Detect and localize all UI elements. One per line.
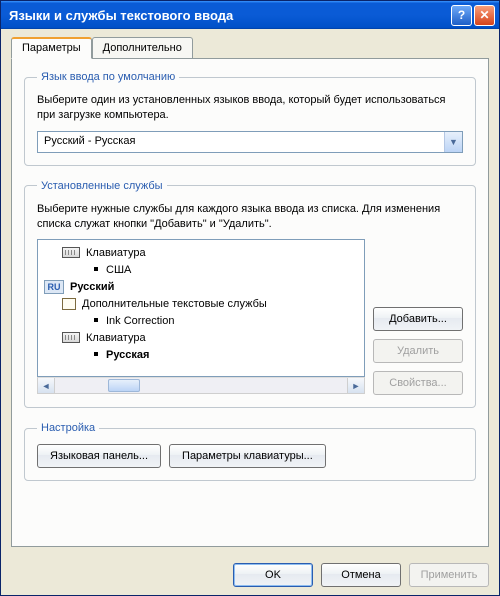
help-button[interactable]: ?: [451, 5, 472, 26]
client-area: Параметры Дополнительно Язык ввода по ум…: [1, 29, 499, 557]
tree-category-keyboard[interactable]: Клавиатура: [42, 244, 364, 261]
default-language-selected: Русский - Русская: [38, 132, 444, 152]
close-button[interactable]: ✕: [474, 5, 495, 26]
keyboard-icon: [62, 332, 80, 343]
tree-category-extra-text-services[interactable]: Дополнительные текстовые службы: [42, 295, 364, 312]
group-settings-legend: Настройка: [37, 422, 99, 434]
tree-language-russian[interactable]: RU Русский: [42, 278, 364, 295]
bullet-icon: [94, 352, 98, 356]
bullet-icon: [94, 267, 98, 271]
group-installed-services-legend: Установленные службы: [37, 180, 167, 192]
services-tree-wrap: Клавиатура США RU Русский: [37, 239, 365, 395]
default-language-description: Выберите один из установленных языков вв…: [37, 93, 463, 123]
tree-category-keyboard-ru[interactable]: Клавиатура: [42, 329, 364, 346]
scroll-thumb[interactable]: [108, 379, 140, 392]
tree-item-usa[interactable]: США: [42, 261, 364, 278]
dialog-window: Языки и службы текстового ввода ? ✕ Пара…: [0, 0, 500, 596]
tree-label: Ink Correction: [106, 315, 174, 327]
services-side-buttons: Добавить... Удалить Свойства...: [373, 239, 463, 395]
horizontal-scrollbar[interactable]: ◄ ►: [37, 377, 365, 394]
bullet-icon: [94, 318, 98, 322]
keyboard-settings-button[interactable]: Параметры клавиатуры...: [169, 444, 326, 468]
tree-label: Клавиатура: [86, 332, 146, 344]
tree-label: Русский: [70, 281, 114, 293]
titlebar: Языки и службы текстового ввода ? ✕: [1, 1, 499, 29]
language-bar-button[interactable]: Языковая панель...: [37, 444, 161, 468]
group-settings: Настройка Языковая панель... Параметры к…: [24, 422, 476, 481]
keyboard-icon: [62, 247, 80, 258]
scroll-track[interactable]: [55, 378, 347, 393]
apply-button: Применить: [409, 563, 489, 587]
tree-item-russian-layout[interactable]: Русская: [42, 346, 364, 363]
ok-button[interactable]: OK: [233, 563, 313, 587]
installed-services-description: Выберите нужные службы для каждого языка…: [37, 202, 463, 232]
tree-label: Дополнительные текстовые службы: [82, 298, 267, 310]
group-installed-services: Установленные службы Выберите нужные слу…: [24, 180, 476, 409]
tree-label: Клавиатура: [86, 247, 146, 259]
tree-label: США: [106, 264, 131, 276]
dialog-buttons: OK Отмена Применить: [1, 557, 499, 595]
tree-item-ink-correction[interactable]: Ink Correction: [42, 312, 364, 329]
tab-panel-parameters: Язык ввода по умолчанию Выберите один из…: [11, 58, 489, 547]
tab-advanced[interactable]: Дополнительно: [92, 37, 193, 58]
tab-parameters[interactable]: Параметры: [11, 37, 92, 59]
scroll-right-arrow-icon[interactable]: ►: [347, 378, 364, 393]
settings-buttons-row: Языковая панель... Параметры клавиатуры.…: [37, 444, 463, 468]
document-icon: [62, 298, 76, 310]
add-button[interactable]: Добавить...: [373, 307, 463, 331]
window-title: Языки и службы текстового ввода: [9, 8, 449, 23]
scroll-left-arrow-icon[interactable]: ◄: [38, 378, 55, 393]
tabstrip: Параметры Дополнительно: [11, 37, 489, 58]
cancel-button[interactable]: Отмена: [321, 563, 401, 587]
services-tree[interactable]: Клавиатура США RU Русский: [37, 239, 365, 377]
remove-button: Удалить: [373, 339, 463, 363]
properties-button: Свойства...: [373, 371, 463, 395]
tree-label: Русская: [106, 349, 149, 361]
installed-services-row: Клавиатура США RU Русский: [37, 239, 463, 395]
group-default-language-legend: Язык ввода по умолчанию: [37, 71, 179, 83]
chevron-down-icon[interactable]: ▼: [444, 132, 462, 152]
language-badge-ru: RU: [44, 280, 64, 294]
group-default-language: Язык ввода по умолчанию Выберите один из…: [24, 71, 476, 166]
default-language-dropdown[interactable]: Русский - Русская ▼: [37, 131, 463, 153]
